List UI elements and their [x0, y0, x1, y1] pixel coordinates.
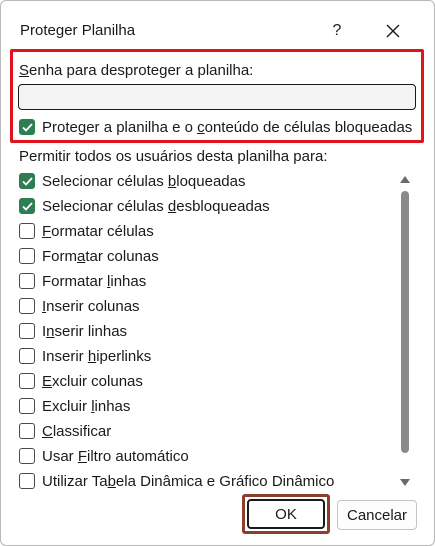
permission-item[interactable]: Excluir linhas: [19, 396, 130, 416]
permission-checkbox[interactable]: [19, 198, 35, 214]
permission-label: Formatar colunas: [42, 247, 159, 265]
permission-checkbox[interactable]: [19, 448, 35, 464]
protect-checkbox-label: Proteger a planilha e o conteúdo de célu…: [42, 118, 413, 136]
permission-item[interactable]: Classificar: [19, 421, 111, 441]
permission-checkbox[interactable]: [19, 223, 35, 239]
permission-label: Usar Filtro automático: [42, 447, 189, 465]
permission-item[interactable]: Usar Filtro automático: [19, 446, 189, 466]
permission-label: Inserir linhas: [42, 322, 128, 340]
permission-label: Inserir hiperlinks: [42, 347, 152, 365]
permission-item[interactable]: Excluir colunas: [19, 371, 143, 391]
permission-label: Classificar: [42, 422, 112, 440]
password-label: Senha para desproteger a planilha:: [19, 62, 254, 79]
dialog-title: Proteger Planilha: [20, 22, 136, 39]
permissions-list[interactable]: Selecionar células bloqueadas Selecionar …: [1, 169, 421, 491]
permissions-header: Permitir todos os usuários desta planilh…: [19, 148, 328, 165]
permission-checkbox[interactable]: [19, 348, 35, 364]
permission-checkbox[interactable]: [19, 398, 35, 414]
scroll-down-button[interactable]: [400, 476, 410, 488]
permission-label: Selecionar células bloqueadas: [42, 172, 246, 190]
chevron-down-icon: [400, 478, 410, 486]
permission-item[interactable]: Inserir colunas: [19, 296, 140, 316]
permission-item[interactable]: Formatar colunas: [19, 246, 159, 266]
permission-checkbox[interactable]: [19, 473, 35, 489]
protect-sheet-dialog: Proteger Planilha ? Senha para desproteg…: [0, 0, 435, 546]
permission-label: Selecionar células desbloqueadas: [42, 197, 270, 215]
checkmark-icon: [21, 201, 33, 211]
scroll-up-button[interactable]: [400, 173, 410, 185]
close-button[interactable]: [377, 15, 409, 47]
permission-item[interactable]: Utilizar Tabela Dinâmica e Gráfico Dinâm…: [19, 471, 334, 491]
protect-checkbox-box[interactable]: [19, 119, 35, 135]
permission-label: Formatar linhas: [42, 272, 147, 290]
permission-item[interactable]: Selecionar células desbloqueadas: [19, 196, 270, 216]
close-icon: [386, 24, 400, 38]
permission-label: Inserir colunas: [42, 297, 140, 315]
permission-checkbox[interactable]: [19, 323, 35, 339]
checkmark-icon: [21, 122, 33, 132]
permission-checkbox[interactable]: [19, 248, 35, 264]
permission-checkbox[interactable]: [19, 273, 35, 289]
help-button[interactable]: ?: [321, 15, 353, 47]
chevron-up-icon: [400, 175, 410, 183]
permission-item[interactable]: Inserir linhas: [19, 321, 127, 341]
permission-label: Excluir linhas: [42, 397, 131, 415]
permission-label: Utilizar Tabela Dinâmica e Gráfico Dinâm…: [42, 472, 335, 490]
permission-checkbox[interactable]: [19, 173, 35, 189]
permission-label: Formatar células: [42, 222, 154, 240]
cancel-button[interactable]: Cancelar: [337, 500, 417, 530]
permission-checkbox[interactable]: [19, 373, 35, 389]
permission-label: Excluir colunas: [42, 372, 143, 390]
permission-checkbox[interactable]: [19, 423, 35, 439]
ok-button[interactable]: OK: [247, 499, 325, 529]
password-input[interactable]: [18, 84, 416, 110]
permissions-scrollbar[interactable]: [398, 171, 412, 491]
checkmark-icon: [21, 176, 33, 186]
dialog-titlebar: Proteger Planilha ?: [1, 1, 434, 47]
protect-contents-checkbox[interactable]: Proteger a planilha e o conteúdo de célu…: [19, 117, 412, 137]
scrollbar-thumb[interactable]: [401, 191, 409, 453]
permission-checkbox[interactable]: [19, 298, 35, 314]
help-icon: ?: [332, 22, 342, 39]
permission-item[interactable]: Selecionar células bloqueadas: [19, 171, 245, 191]
permission-item[interactable]: Formatar células: [19, 221, 154, 241]
permission-item[interactable]: Formatar linhas: [19, 271, 146, 291]
permission-item[interactable]: Inserir hiperlinks: [19, 346, 151, 366]
